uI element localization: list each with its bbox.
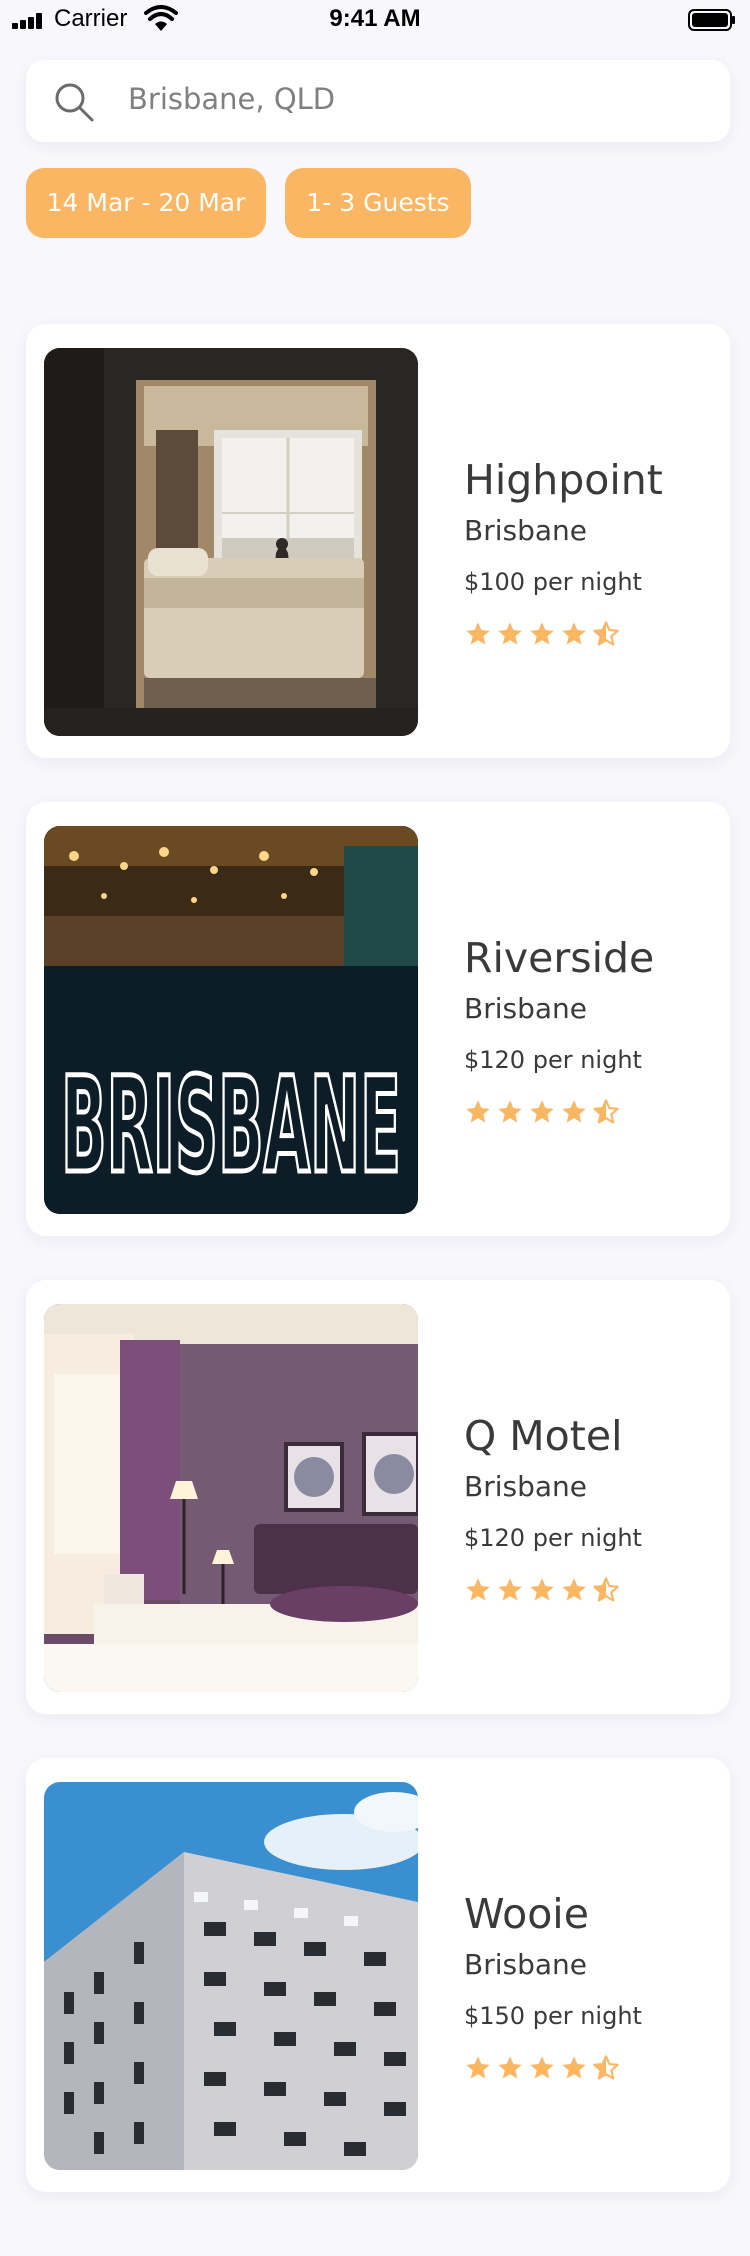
- star-icon: [466, 2056, 490, 2079]
- hotel-card[interactable]: BRISBANE Riverside Brisbane $120 per nig…: [26, 802, 730, 1236]
- hotel-price: $120 per night: [464, 1524, 642, 1552]
- hotel-city: Brisbane: [464, 1470, 587, 1503]
- hotel-city: Brisbane: [464, 1948, 587, 1981]
- star-icon: [498, 1100, 522, 1123]
- half-star-icon: [593, 2055, 619, 2080]
- hotel-name: Highpoint: [464, 456, 663, 504]
- star-icon: [562, 2056, 586, 2079]
- star-icon: [562, 1578, 586, 1601]
- hotel-name: Riverside: [464, 934, 655, 982]
- svg-text:BRISBANE: BRISBANE: [61, 1049, 401, 1203]
- search-bar[interactable]: Brisbane, QLD: [26, 60, 730, 142]
- hotel-city: Brisbane: [464, 992, 587, 1025]
- rating-stars: [464, 2054, 620, 2084]
- hotel-city: Brisbane: [464, 514, 587, 547]
- clock-time: 9:41 AM: [329, 5, 421, 32]
- hotel-price: $120 per night: [464, 1046, 642, 1074]
- star-icon: [498, 1578, 522, 1601]
- hotel-name: Wooie: [464, 1890, 589, 1938]
- hotel-card[interactable]: Highpoint Brisbane $100 per night: [26, 324, 730, 758]
- star-icon: [562, 622, 586, 645]
- half-star-icon: [593, 1577, 619, 1602]
- hotel-photo: [44, 1304, 418, 1692]
- rating-stars: [464, 1098, 620, 1128]
- hotel-photo: [44, 348, 418, 736]
- hotel-price: $100 per night: [464, 568, 642, 596]
- half-star-icon: [593, 1099, 619, 1124]
- guests-chip[interactable]: 1- 3 Guests: [285, 168, 471, 238]
- rating-stars: [464, 1576, 620, 1606]
- hotel-photo: BRISBANE: [44, 826, 418, 1214]
- hotel-card[interactable]: Wooie Brisbane $150 per night: [26, 1758, 730, 2192]
- hotel-photo: [44, 1782, 418, 2170]
- hotel-card[interactable]: Q Motel Brisbane $120 per night: [26, 1280, 730, 1714]
- hotel-price: $150 per night: [464, 2002, 642, 2030]
- star-icon: [498, 2056, 522, 2079]
- status-bar: Carrier 9:41 AM: [0, 0, 750, 40]
- star-icon: [530, 622, 554, 645]
- star-icon: [530, 1578, 554, 1601]
- rating-stars: [464, 620, 620, 650]
- star-icon: [530, 1100, 554, 1123]
- date-range-chip[interactable]: 14 Mar - 20 Mar: [26, 168, 266, 238]
- star-icon: [498, 622, 522, 645]
- battery-icon: [688, 9, 735, 31]
- hotel-name: Q Motel: [464, 1412, 623, 1460]
- star-icon: [562, 1100, 586, 1123]
- half-star-icon: [593, 621, 619, 646]
- star-icon: [466, 1100, 490, 1123]
- star-icon: [530, 2056, 554, 2079]
- search-icon: [55, 83, 94, 122]
- star-icon: [466, 1578, 490, 1601]
- star-icon: [466, 622, 490, 645]
- search-input[interactable]: Brisbane, QLD: [128, 82, 335, 116]
